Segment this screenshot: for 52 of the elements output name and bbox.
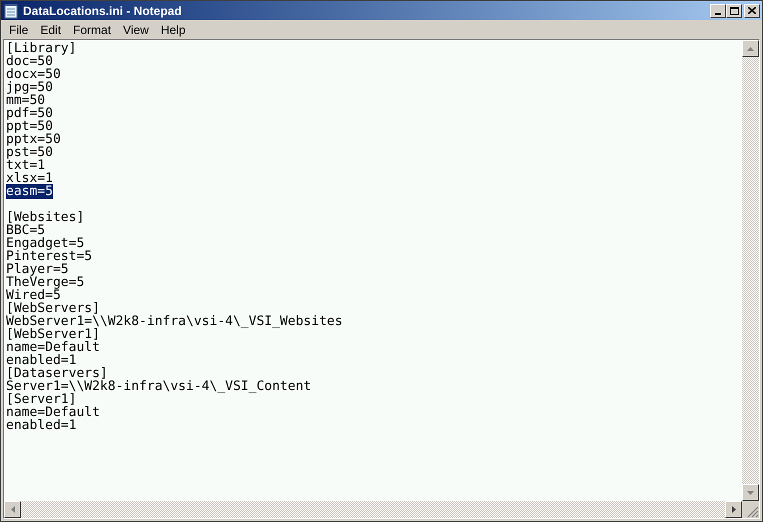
up-arrow-icon [747,46,754,50]
scroll-up-button[interactable] [742,40,759,57]
text-line: [Websites] [6,210,84,225]
text-line: Wired=5 [6,288,61,303]
menu-item[interactable]: View [117,20,155,38]
text-line: pst=50 [6,145,53,160]
text-line: [WebServer1] [6,327,100,342]
horizontal-scrollbar[interactable] [4,501,742,518]
text-line: Player=5 [6,262,69,277]
scroll-down-button[interactable] [742,484,759,501]
text-line: jpg=50 [6,80,53,95]
text-line: BBC=5 [6,223,46,238]
scroll-left-button[interactable] [4,501,21,518]
text-line: [Library] [6,41,76,56]
minimize-icon [715,12,721,14]
text-line: docx=50 [6,67,61,82]
right-arrow-icon [732,506,736,513]
menu-item[interactable]: File [3,20,34,38]
text-line: [WebServers] [6,301,100,316]
menu-item[interactable]: Help [154,20,192,38]
minimize-button[interactable] [710,4,726,18]
close-icon [748,7,756,14]
notepad-icon [3,2,19,18]
text-line: WebServer1=\\W2k8-infra\vsi-4\_VSI_Websites [6,314,343,329]
text-line: doc=50 [6,54,53,69]
text-line: pdf=50 [6,106,53,121]
window-title: DataLocations.ini - Notepad [23,2,182,20]
resize-grip-icon[interactable] [747,506,759,518]
menu-item[interactable]: Edit [34,20,68,38]
left-arrow-icon [10,506,14,513]
text-line: ppt=50 [6,119,53,134]
scroll-right-button[interactable] [725,501,742,518]
text-line: xlsx=1 [6,171,53,186]
text-line: Engadget=5 [6,236,84,251]
maximize-icon [730,6,738,14]
text-line: [Server1] [6,392,76,407]
text-line: Pinterest=5 [6,249,92,264]
text-line: enabled=1 [6,353,76,368]
text-line: TheVerge=5 [6,275,84,290]
maximize-button[interactable] [726,4,742,18]
vertical-scrollbar[interactable] [742,40,759,501]
down-arrow-icon [747,490,754,494]
text-line: [Dataservers] [6,366,108,381]
menu-item[interactable]: Format [67,20,118,38]
text-line: txt=1 [6,158,46,173]
close-button[interactable] [744,4,760,18]
text-line: mm=50 [6,93,46,108]
text-line: name=Default [6,340,100,355]
text-line: enabled=1 [6,418,76,433]
text-line: name=Default [6,405,100,420]
text-line: pptx=50 [6,132,61,147]
text-line: Server1=\\W2k8-infra\vsi-4\_VSI_Content [6,379,312,394]
